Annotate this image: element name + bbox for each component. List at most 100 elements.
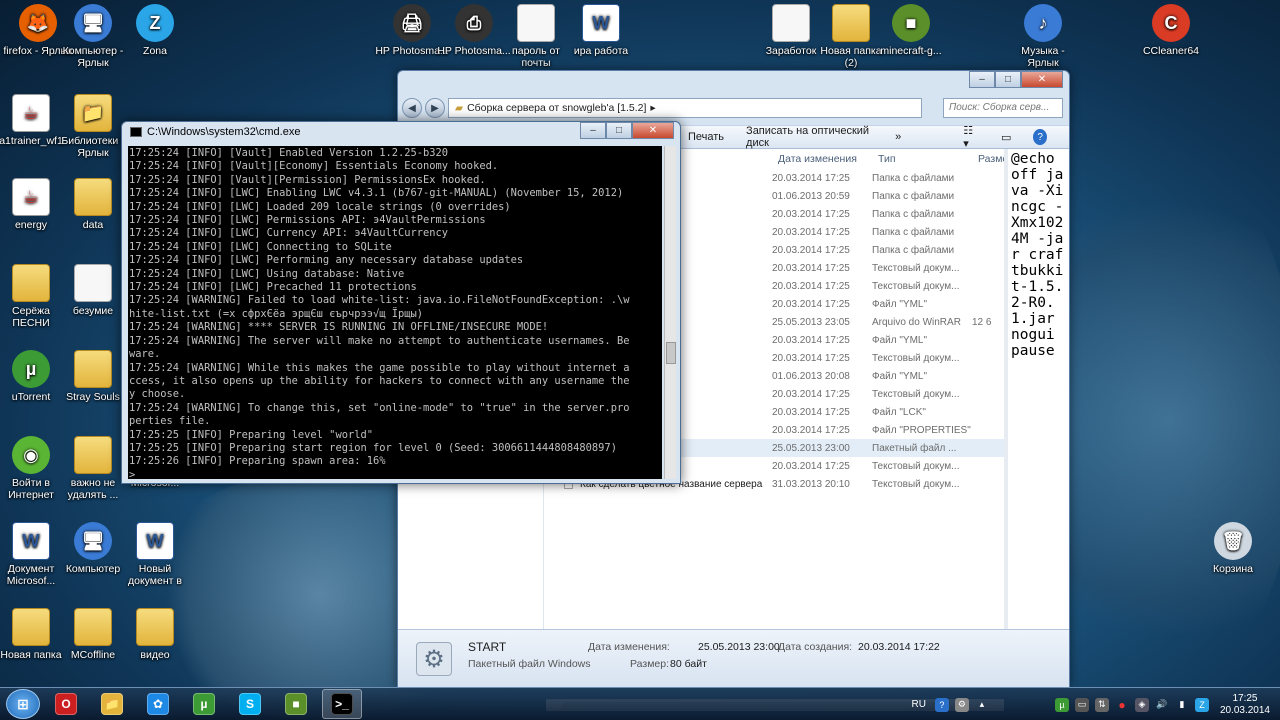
file-type: Текстовый докум... (872, 280, 960, 292)
maximize-button[interactable]: □ (995, 71, 1021, 88)
desktop-icon-label: CCleaner64 (1142, 45, 1200, 57)
desktop-icon[interactable]: ♪ Музыка - Ярлык (1005, 4, 1081, 69)
address-bar[interactable]: ▰ Сборка сервера от snowgleb'a [1.5.2] ▸ (448, 98, 922, 118)
network-icon[interactable]: ⇅ (1094, 697, 1109, 712)
desktop-icon-image (832, 4, 870, 42)
console-line: 17:25:24 [INFO] [LWC] Enabling LWC v4.3.… (129, 187, 624, 200)
minimize-button[interactable]: – (580, 122, 606, 139)
taskbar-cmd-button[interactable]: >_ (322, 689, 362, 719)
language-indicator[interactable]: RU (911, 699, 925, 710)
file-type: Папка с файлами (872, 226, 955, 238)
minimize-button[interactable]: – (969, 71, 995, 88)
console-line: 17:25:24 [WARNING] While this makes the … (129, 361, 630, 374)
burn-disc-button[interactable]: Записать на оптический диск (746, 125, 873, 149)
explorer-icon: 📁 (101, 693, 123, 715)
desktop-icon[interactable]: W Новый документ в (117, 522, 193, 587)
volume-icon[interactable]: 🔊 (1155, 698, 1169, 712)
arrow-up-icon[interactable]: ▴ (975, 698, 989, 712)
console-line: y choose. (129, 388, 186, 401)
console-line: 17:25:24 [WARNING] To change this, set "… (129, 401, 630, 414)
folder-icon: ▰ (455, 102, 464, 114)
desktop-icon-image: ⎙ (455, 4, 493, 42)
file-date: 20.03.2014 17:25 (772, 262, 850, 274)
search-input[interactable]: Поиск: Сборка серв... (943, 98, 1063, 118)
cmd-title-bar[interactable]: C:\Windows\system32\cmd.exe (130, 126, 300, 138)
cmd-window[interactable]: C:\Windows\system32\cmd.exe – □ ✕ 17:25:… (121, 121, 681, 484)
desktop-icon[interactable]: Wира работа (563, 4, 639, 57)
taskbar-explorer-button[interactable]: 📁 (92, 689, 132, 719)
desktop-icon-image: ♪ (1024, 4, 1062, 42)
desktop-icon[interactable]: 📁 Библиотеки - Ярлык (55, 94, 131, 159)
shield-icon[interactable]: ◈ (1134, 697, 1149, 712)
record-icon[interactable]: ● (1115, 698, 1129, 712)
desktop-icon-label: data (82, 219, 104, 231)
help-icon[interactable]: ? (1033, 129, 1047, 145)
breadcrumb[interactable]: Сборка сервера от snowgleb'a [1.5.2] (467, 102, 646, 114)
desktop-icon-label: Stray Souls (66, 391, 120, 403)
file-date: 20.03.2014 17:25 (772, 244, 850, 256)
details-file-kind: Пакетный файл Windows (468, 658, 591, 670)
console-line: 17:25:24 [WARNING] The server will make … (129, 334, 630, 347)
desktop-icon[interactable]: Stray Souls (55, 350, 131, 403)
clock[interactable]: 17:25 20.03.2014 (1220, 693, 1270, 717)
taskbar-opera-button[interactable]: O (46, 689, 86, 719)
taskbar-skype-button[interactable]: S (230, 689, 270, 719)
console-line: 17:25:24 [INFO] [Vault][Economy] Essenti… (129, 160, 499, 173)
back-icon[interactable]: ◀ (402, 98, 422, 118)
column-headers: Дата изменения Тип Разме (778, 153, 1008, 165)
console-line: hite-list.txt (=х сфрхЄёа эрщЄш єърчрээ√… (129, 307, 424, 320)
utorrent-icon: µ (193, 693, 215, 715)
details-size: 80 байт (670, 658, 707, 670)
column-type[interactable]: Тип (878, 153, 978, 165)
console-line: perties file. (129, 415, 211, 428)
file-type: Файл "YML" (872, 370, 928, 382)
desktop-icon[interactable]: Z Zona (117, 4, 193, 57)
close-button[interactable]: ✕ (1021, 71, 1063, 88)
desktop-icon-image: W (582, 4, 620, 42)
preview-pane-text: @echo off java -Xincgc -Xmx1024M -jar cr… (1008, 149, 1068, 629)
file-type: Пакетный файл ... (872, 442, 957, 454)
utorrent-tray-icon[interactable]: µ (1054, 697, 1069, 712)
minecraft-icon: ■ (285, 693, 307, 715)
column-date[interactable]: Дата изменения (778, 153, 878, 165)
console-line: 17:25:24 [WARNING] Failed to load white-… (129, 294, 630, 307)
file-date: 20.03.2014 17:25 (772, 388, 850, 400)
close-button[interactable]: ✕ (632, 122, 674, 139)
more-button[interactable]: » (895, 131, 901, 143)
desktop-icon-image: W (12, 522, 50, 560)
file-type: Файл "YML" (872, 298, 928, 310)
taskbar-utorrent-button[interactable]: µ (184, 689, 224, 719)
taskbar-media-button[interactable]: ✿ (138, 689, 178, 719)
desktop-icon-label: Новый документ в (128, 563, 182, 587)
view-options-icon[interactable]: ☷ ▾ (963, 124, 979, 150)
file-type: Текстовый докум... (872, 262, 960, 274)
desktop-icon-image (517, 4, 555, 42)
start-button[interactable]: ⊞ (6, 689, 40, 719)
desktop-icon-label: ира работа (573, 45, 629, 57)
signal-icon[interactable]: ▮ (1175, 698, 1189, 712)
maximize-button[interactable]: □ (606, 122, 632, 139)
console-line: 17:25:24 [INFO] [LWC] Currency API: э4Va… (129, 227, 449, 240)
desktop-icon[interactable]: безумие (55, 264, 131, 317)
file-date: 20.03.2014 17:25 (772, 406, 850, 418)
desktop-icon[interactable]: 🗑 Корзина (1195, 522, 1271, 575)
desktop-icon[interactable]: видео (117, 608, 193, 661)
desktop-icon[interactable]: C CCleaner64 (1133, 4, 1209, 57)
help-icon[interactable]: ? (934, 697, 949, 712)
desktop-icon[interactable]: ■ minecraft-g... (873, 4, 949, 57)
desktop-icon[interactable]: data (55, 178, 131, 231)
settings-icon[interactable]: ⚙ (954, 697, 969, 712)
print-button[interactable]: Печать (688, 131, 724, 143)
media-icon: ✿ (147, 693, 169, 715)
desktop-icon-label: безумие (72, 305, 114, 317)
skype-icon: S (239, 693, 261, 715)
preview-pane-icon[interactable]: ▭ (1001, 131, 1011, 144)
console-output[interactable]: 17:25:24 [INFO] [Vault] Enabled Version … (128, 146, 662, 479)
console-line: 17:25:24 [INFO] [LWC] Performing any nec… (129, 254, 524, 267)
monitor-icon[interactable]: ▭ (1074, 697, 1089, 712)
zona-tray-icon[interactable]: Z (1194, 697, 1209, 712)
file-date: 01.06.2013 20:59 (772, 190, 850, 202)
taskbar-minecraft-button[interactable]: ■ (276, 689, 316, 719)
forward-icon[interactable]: ▶ (425, 98, 445, 118)
console-scrollbar[interactable] (664, 146, 676, 479)
